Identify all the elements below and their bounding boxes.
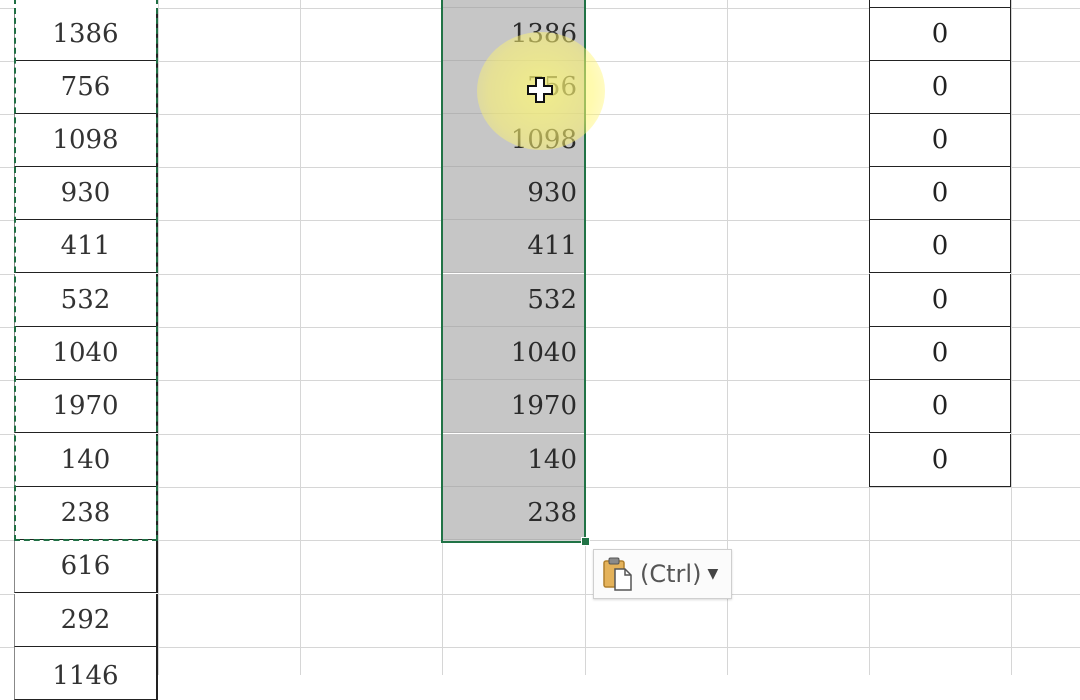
cell[interactable]: 0 (869, 114, 1011, 167)
cell[interactable]: 0 (869, 167, 1011, 220)
cell[interactable]: 930 (14, 167, 158, 220)
selected-cell[interactable]: 140 (443, 434, 585, 487)
cell[interactable]: 1386 (14, 8, 158, 61)
clipboard-paste-icon (603, 557, 632, 591)
selected-cell[interactable]: 1970 (443, 380, 585, 433)
selected-cell[interactable]: 930 (443, 167, 585, 220)
cell[interactable]: 0 (869, 380, 1011, 433)
selected-cell[interactable]: 411 (443, 220, 585, 273)
cell[interactable]: 238 (14, 487, 158, 540)
cell[interactable]: 0 (869, 274, 1011, 327)
selected-cell[interactable]: 532 (443, 274, 585, 327)
gridline (585, 0, 586, 675)
cell[interactable]: 0 (869, 8, 1011, 61)
paste-options-button[interactable]: (Ctrl) ▼ (593, 549, 732, 599)
cell[interactable]: 140 (14, 434, 158, 487)
selected-cell[interactable]: 1098 (443, 114, 585, 167)
selected-cell[interactable]: 1386 (443, 8, 585, 61)
gridline (0, 540, 1080, 541)
selected-cell[interactable]: 1040 (443, 327, 585, 380)
selected-cell[interactable]: 238 (443, 487, 585, 540)
cell[interactable] (869, 0, 1011, 8)
selected-cell[interactable] (443, 0, 585, 8)
cell[interactable]: 292 (14, 594, 158, 647)
cell[interactable]: 1146 (14, 647, 158, 700)
gridline (158, 0, 159, 675)
cell[interactable]: 756 (14, 61, 158, 114)
gridline (1011, 0, 1012, 675)
cell[interactable]: 0 (869, 327, 1011, 380)
cell[interactable]: 0 (869, 434, 1011, 487)
cell[interactable]: 532 (14, 274, 158, 327)
cell[interactable]: 0 (869, 220, 1011, 273)
selected-cell[interactable]: 756 (443, 61, 585, 114)
gridline (0, 594, 1080, 595)
cell[interactable]: 1970 (14, 380, 158, 433)
cell[interactable]: 1040 (14, 327, 158, 380)
cell[interactable]: 0 (869, 61, 1011, 114)
cell[interactable]: 1098 (14, 114, 158, 167)
gridline (0, 647, 1080, 648)
paste-options-label: (Ctrl) (640, 560, 702, 588)
cell[interactable]: 616 (14, 540, 158, 593)
dropdown-caret-icon[interactable]: ▼ (707, 566, 718, 582)
fill-handle[interactable] (581, 537, 590, 546)
cell[interactable]: 411 (14, 220, 158, 273)
gridline (300, 0, 301, 675)
